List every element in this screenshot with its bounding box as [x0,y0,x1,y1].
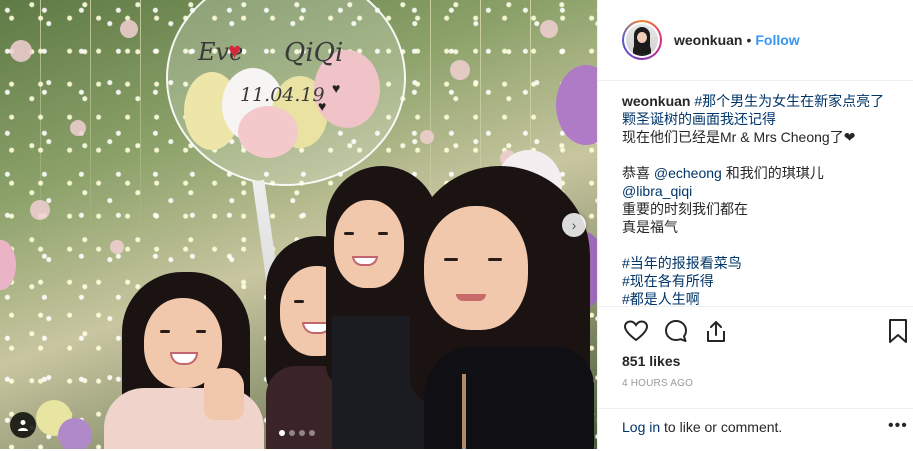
caption-hashtag[interactable]: #现在各有所得 [622,273,714,289]
post-caption: weonkuan #那个男生为女生在新家点亮了 颗圣诞树的画面我还记得 现在他们… [622,92,894,308]
header-username[interactable]: weonkuan [674,32,742,48]
more-options-icon[interactable]: ••• [888,417,908,435]
flower [420,130,434,144]
user-tag-icon [18,420,28,431]
caption-line: 现在他们已经是Mr & Mrs Cheong了❤ [622,129,856,145]
eye [294,300,304,303]
carousel-dot [289,430,295,436]
post-photo[interactable]: Eve ♥ QiQi 11.04.19 ♥ ♥ › [0,0,597,449]
heart-icon[interactable] [622,317,650,345]
flower [110,240,124,254]
bag-strap [462,374,466,449]
caption-hashtag[interactable]: #当年的报报看菜鸟 [622,255,742,271]
caption-line: @libra_qiqi [622,182,894,200]
face [424,206,528,330]
fairy-light [90,0,91,240]
fairy-light [140,0,141,240]
caption-text: 恭喜 [622,165,654,181]
carousel-dot [309,430,315,436]
flower [540,20,558,38]
share-icon[interactable] [702,317,730,345]
flower [70,120,86,136]
caption-hashtag[interactable]: #都是人生啊 [622,291,700,307]
instagram-post: Eve ♥ QiQi 11.04.19 ♥ ♥ › weonkuan • Fol… [0,0,913,449]
mouth [456,294,486,301]
caption-line: #当年的报报看菜鸟 [622,254,894,272]
eye [196,330,206,333]
flower [120,20,138,38]
caption-text: 和我们的琪琪儿 [721,165,824,181]
balloon-name-right: QiQi [284,38,344,68]
face [334,200,404,288]
carousel-dot [279,430,285,436]
heart-icon: ♥ [318,98,327,114]
carousel-dot [299,430,305,436]
bookmark-icon[interactable] [884,317,912,345]
eye [444,258,458,261]
caption-hashtag[interactable]: 颗圣诞树的画面我还记得 [622,111,776,127]
comment-icon[interactable] [662,317,690,345]
person [404,166,594,449]
caption-mention[interactable]: @echeong [654,165,722,181]
post-footer: 851 likes 4 HOURS AGO Log in to like or … [598,306,913,450]
tagged-users-button[interactable] [10,412,36,438]
comment-bar: Log in to like or comment. ••• [598,408,913,451]
avatar[interactable] [622,20,662,60]
likes-count[interactable]: 851 likes [622,353,680,369]
balloon-date: 11.04.19 [240,84,325,106]
caption-line: 真是福气 [622,219,678,235]
pink-balloon [238,106,298,158]
post-timestamp[interactable]: 4 HOURS AGO [622,378,693,389]
hand-peace-sign [204,368,244,420]
login-link[interactable]: Log in [622,419,660,435]
flower [450,60,470,80]
heart-icon: ♥ [332,80,341,96]
flower [30,200,50,220]
caption-line: #现在各有所得 [622,272,894,290]
caption-line: 颗圣诞树的画面我还记得 [622,110,894,128]
caption-username[interactable]: weonkuan [622,93,690,109]
purple-balloon [556,65,597,145]
login-prompt: Log in to like or comment. [622,419,782,435]
action-bar [622,317,912,347]
post-header: weonkuan • Follow [598,0,913,81]
avatar-image [626,24,658,56]
header-separator: • [746,32,752,48]
person [104,268,274,449]
caption-line: 恭喜 @echeong 和我们的琪琪儿 [622,164,894,182]
heart-icon: ♥ [228,38,242,63]
carousel-indicator [279,430,315,436]
caption-mention[interactable]: @libra_qiqi [622,183,692,199]
pink-balloon [0,240,16,290]
eye [344,232,354,235]
caption-line: 重要的时刻我们都在 [622,201,748,217]
login-prompt-text: to like or comment. [660,419,783,435]
eye [378,232,388,235]
chevron-right-icon: › [571,217,577,233]
clear-balloon: Eve ♥ QiQi 11.04.19 ♥ ♥ [166,0,406,186]
eye [488,258,502,261]
eye [160,330,170,333]
follow-button[interactable]: Follow [755,32,799,48]
turtleneck [424,346,594,449]
post-sidebar: weonkuan • Follow weonkuan #那个男生为女生在新家点亮… [597,0,913,449]
next-photo-button[interactable]: › [562,213,586,237]
purple-balloon [58,418,92,449]
caption-hashtag[interactable]: #那个男生为女生在新家点亮了 [690,93,884,109]
caption-line: weonkuan #那个男生为女生在新家点亮了 [622,92,894,110]
flower [10,40,32,62]
